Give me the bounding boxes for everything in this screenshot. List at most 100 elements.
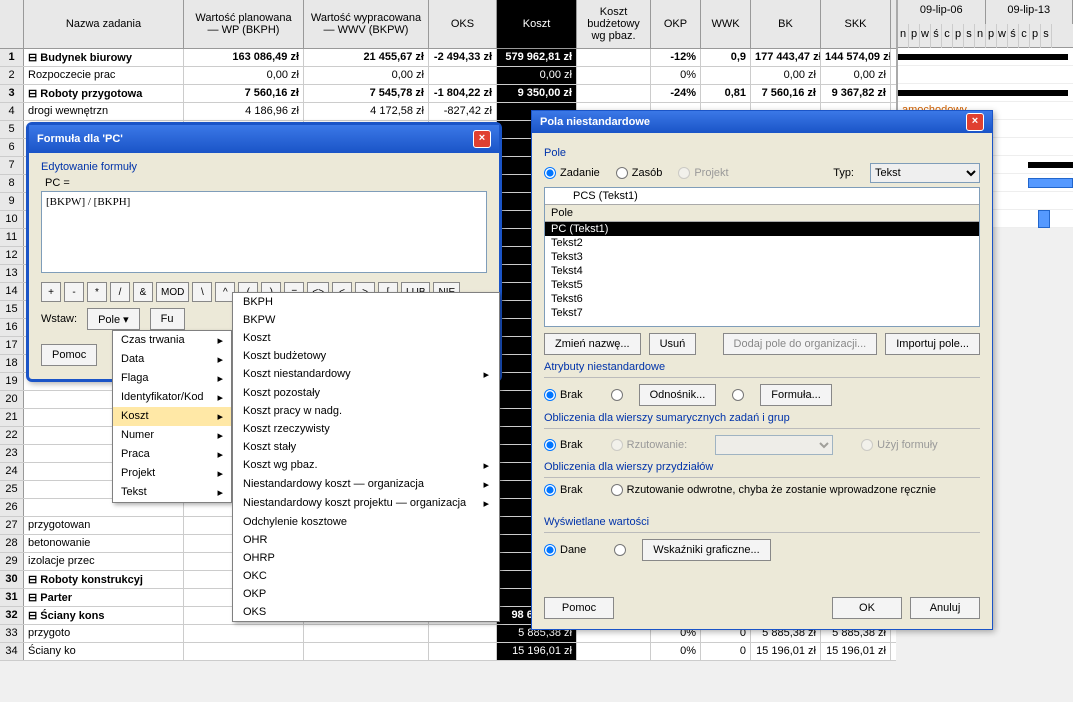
menu-item[interactable]: Data	[113, 350, 231, 369]
menu-item[interactable]: Odchylenie kosztowe	[233, 513, 499, 531]
anuluj-button[interactable]: Anuluj	[910, 597, 980, 619]
col-koszt[interactable]: Koszt	[497, 0, 577, 48]
formula-input[interactable]: [BKPW] / [BKPH]	[41, 191, 487, 273]
radio-zadanie[interactable]: Zadanie	[544, 167, 600, 179]
list-top-row[interactable]: PCS (Tekst1)	[545, 188, 979, 205]
typ-select[interactable]: Tekst	[870, 163, 980, 183]
custom-fields-dialog: Pola niestandardowe × Pole Zadanie Zasób…	[531, 110, 993, 630]
menu-item[interactable]: Tekst	[113, 483, 231, 502]
menu-item[interactable]: Flaga	[113, 369, 231, 388]
field-list[interactable]: PCS (Tekst1) Pole PC (Tekst1)Tekst2Tekst…	[544, 187, 980, 327]
import-button[interactable]: Importuj pole...	[885, 333, 980, 355]
table-row[interactable]: 1Budynek biurowy163 086,49 zł21 455,67 z…	[0, 49, 896, 67]
radio-brak3[interactable]: Brak	[544, 484, 583, 496]
section-pole: Pole	[544, 147, 980, 159]
radio-formula[interactable]	[732, 389, 744, 401]
radio-zasob[interactable]: Zasób	[616, 167, 663, 179]
wskazniki-button[interactable]: Wskaźniki graficzne...	[642, 539, 770, 561]
menu-item[interactable]: Praca	[113, 445, 231, 464]
rzut-combo	[715, 435, 833, 455]
radio-brak[interactable]: Brak	[544, 389, 583, 401]
formula-title-bar[interactable]: Formuła dla 'PC' ×	[29, 125, 499, 153]
table-row[interactable]: 34Ściany ko15 196,01 zł0%015 196,01 zł15…	[0, 643, 896, 661]
list-item[interactable]: Tekst5	[545, 278, 979, 292]
radio-odnosnik[interactable]	[611, 389, 623, 401]
section-sum: Obliczenia dla wierszy sumarycznych zada…	[544, 412, 980, 424]
list-item[interactable]: Tekst4	[545, 264, 979, 278]
section-wysw: Wyświetlane wartości	[544, 516, 980, 528]
menu-item[interactable]: OKS	[233, 603, 499, 621]
formula-button[interactable]: Formuła...	[760, 384, 832, 406]
pola-title-bar[interactable]: Pola niestandardowe ×	[532, 111, 992, 133]
section-przydz: Obliczenia dla wierszy przydziałów	[544, 461, 980, 473]
pomoc-button[interactable]: Pomoc	[544, 597, 614, 619]
menu-item[interactable]: BKPW	[233, 311, 499, 329]
usun-button[interactable]: Usuń	[649, 333, 697, 355]
list-item[interactable]: Tekst7	[545, 306, 979, 320]
menu-item[interactable]: Niestandardowy koszt projektu — organiza…	[233, 494, 499, 513]
menu-item[interactable]: OKP	[233, 585, 499, 603]
menu-item[interactable]: Koszt	[233, 329, 499, 347]
menu-item[interactable]: Koszt	[113, 407, 231, 426]
col-name[interactable]: Nazwa zadania	[24, 0, 184, 48]
list-item[interactable]: PC (Tekst1)	[545, 222, 979, 236]
op-button[interactable]: MOD	[156, 282, 189, 302]
menu-item[interactable]: Niestandardowy koszt — organizacja	[233, 475, 499, 494]
formula-title: Formuła dla 'PC'	[37, 133, 123, 145]
menu-item[interactable]: OHR	[233, 531, 499, 549]
list-item[interactable]: Tekst3	[545, 250, 979, 264]
day-cell: p	[909, 24, 920, 48]
menu-item[interactable]: Koszt stały	[233, 438, 499, 456]
close-icon[interactable]: ×	[473, 130, 491, 148]
op-button[interactable]: /	[110, 282, 130, 302]
fu-button[interactable]: Fu	[150, 308, 185, 330]
op-button[interactable]: \	[192, 282, 212, 302]
menu-item[interactable]: BKPH	[233, 293, 499, 311]
menu-item[interactable]: OHRP	[233, 549, 499, 567]
section-label: Edytowanie formuły	[41, 161, 487, 173]
pomoc-button[interactable]: Pomoc	[41, 344, 97, 366]
col-wwv[interactable]: Wartość wypracowana — WWV (BKPW)	[304, 0, 429, 48]
radio-rzut-odw[interactable]: Rzutowanie odwrotne, chyba że zostanie w…	[611, 484, 936, 496]
list-item[interactable]: Tekst6	[545, 292, 979, 306]
col-okp[interactable]: OKP	[651, 0, 701, 48]
menu-item[interactable]: Koszt rzeczywisty	[233, 420, 499, 438]
close-icon[interactable]: ×	[966, 113, 984, 131]
list-item[interactable]: Tekst2	[545, 236, 979, 250]
odnosnik-button[interactable]: Odnośnik...	[639, 384, 717, 406]
menu-item[interactable]: Numer	[113, 426, 231, 445]
ok-button[interactable]: OK	[832, 597, 902, 619]
op-button[interactable]: &	[133, 282, 153, 302]
menu-item[interactable]: Koszt pracy w nadg.	[233, 402, 499, 420]
col-wp[interactable]: Wartość planowana — WP (BKPH)	[184, 0, 304, 48]
op-button[interactable]: -	[64, 282, 84, 302]
col-wwk[interactable]: WWK	[701, 0, 751, 48]
col-bk[interactable]: BK	[751, 0, 821, 48]
menu-item[interactable]: Czas trwania	[113, 331, 231, 350]
section-attr: Atrybuty niestandardowe	[544, 361, 980, 373]
radio-projekt: Projekt	[678, 167, 728, 179]
pole-button[interactable]: Pole	[87, 308, 140, 330]
day-cell: n	[975, 24, 986, 48]
op-button[interactable]: +	[41, 282, 61, 302]
table-row[interactable]: 3Roboty przygotowa7 560,16 zł7 545,78 zł…	[0, 85, 896, 103]
menu-item[interactable]: Koszt budżetowy	[233, 347, 499, 365]
table-row[interactable]: 2Rozpoczecie prac0,00 zł0,00 zł0,00 zł0%…	[0, 67, 896, 85]
radio-wskaz[interactable]	[614, 544, 626, 556]
col-kosztb[interactable]: Koszt budżetowy wg pbaz.	[577, 0, 651, 48]
radio-brak2[interactable]: Brak	[544, 439, 583, 451]
col-skk[interactable]: SKK	[821, 0, 891, 48]
insert-label: Wstaw:	[41, 313, 77, 325]
zmien-button[interactable]: Zmień nazwę...	[544, 333, 641, 355]
col-oks[interactable]: OKS	[429, 0, 497, 48]
typ-label: Typ:	[833, 167, 854, 179]
menu-item[interactable]: Koszt pozostały	[233, 384, 499, 402]
menu-item[interactable]: Projekt	[113, 464, 231, 483]
radio-dane[interactable]: Dane	[544, 544, 586, 556]
op-button[interactable]: *	[87, 282, 107, 302]
menu-item[interactable]: Identyfikator/Kod	[113, 388, 231, 407]
menu-item[interactable]: OKC	[233, 567, 499, 585]
menu-item[interactable]: Koszt wg pbaz.	[233, 456, 499, 475]
menu-item[interactable]: Koszt niestandardowy	[233, 365, 499, 384]
day-cell: w	[920, 24, 931, 48]
